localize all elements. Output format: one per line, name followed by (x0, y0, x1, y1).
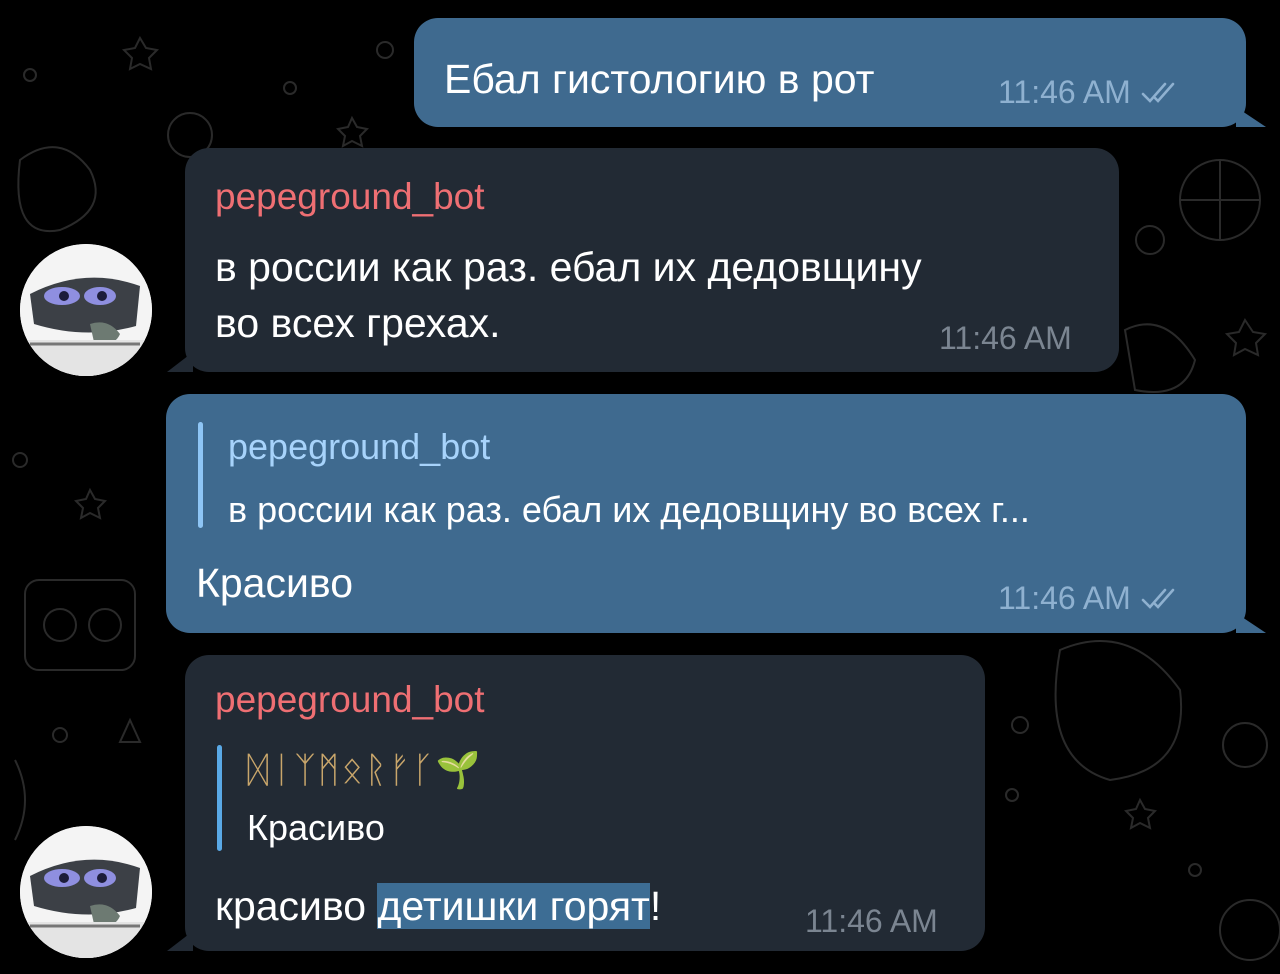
message-outgoing[interactable]: Ебал гистологию в рот 11:46 AM (414, 18, 1246, 127)
message-text-after: ! (649, 883, 662, 929)
sender-name[interactable]: pepeground_bot (215, 679, 485, 721)
reply-quote-bar (217, 745, 222, 851)
bubble-tail (167, 931, 193, 951)
bubble-tail (1236, 107, 1266, 127)
message-meta: 11:46 AM (998, 580, 1179, 617)
selected-text[interactable]: детишки горят (377, 883, 650, 929)
message-incoming[interactable]: pepeground_bot в россии как раз. ебал их… (185, 148, 1119, 372)
message-time: 11:46 AM (805, 903, 938, 939)
double-check-icon (1141, 82, 1175, 103)
bubble-tail (1236, 613, 1266, 633)
pepe-avatar-icon (20, 244, 152, 376)
message-meta: 11:46 AM (998, 74, 1179, 111)
message-outgoing-reply[interactable]: pepeground_bot в россии как раз. ебал их… (166, 394, 1246, 633)
message-text-line: во всех грехах. (215, 300, 501, 346)
message-time: 11:46 AM (998, 74, 1131, 110)
message-text: Красиво (196, 560, 354, 606)
message-text: красиво детишки горят! (215, 881, 661, 931)
avatar[interactable] (20, 244, 152, 376)
reply-preview-text[interactable]: Красиво (247, 807, 385, 849)
reply-sender-name[interactable]: ᛞᛁᛉᛗᛟᚱᚠᚴ🌱 (247, 749, 483, 791)
bubble-tail (167, 352, 193, 372)
message-text-line: в россии как раз. ебал их дедовщину (215, 244, 922, 290)
message-incoming-reply[interactable]: pepeground_bot ᛞᛁᛉᛗᛟᚱᚠᚴ🌱 Красиво красиво… (185, 655, 985, 951)
chat-view: Ебал гистологию в рот 11:46 AM pepegroun… (0, 0, 1280, 974)
reply-quote-bar (198, 422, 203, 528)
sender-name[interactable]: pepeground_bot (215, 176, 485, 218)
message-time: 11:46 AM (998, 580, 1131, 616)
avatar[interactable] (20, 826, 152, 958)
message-text: Ебал гистологию в рот (444, 56, 875, 102)
message-meta: 11:46 AM (805, 903, 938, 940)
reply-sender-name[interactable]: pepeground_bot (228, 426, 490, 468)
message-meta: 11:46 AM (939, 320, 1072, 357)
message-time: 11:46 AM (939, 320, 1072, 356)
pepe-avatar-icon (20, 826, 152, 958)
message-text-plain: красиво (215, 883, 378, 929)
reply-preview-text[interactable]: в россии как раз. ебал их дедовщину во в… (228, 489, 1030, 531)
double-check-icon (1141, 588, 1175, 609)
